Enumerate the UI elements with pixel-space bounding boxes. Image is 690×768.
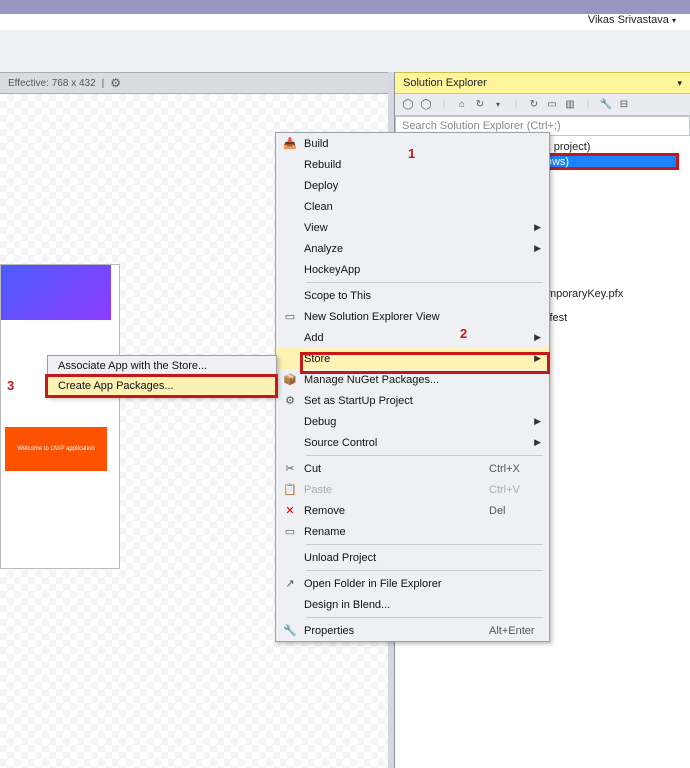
- ctx-openfolder[interactable]: ↗Open Folder in File Explorer: [276, 573, 549, 594]
- ctx-rename[interactable]: ▭Rename: [276, 521, 549, 542]
- ctx-properties[interactable]: 🔧PropertiesAlt+Enter: [276, 620, 549, 641]
- ctx-debug[interactable]: Debug▶: [276, 411, 549, 432]
- annotation-box-create: [45, 374, 278, 398]
- ctx-view[interactable]: View▶: [276, 217, 549, 238]
- cut-icon: ✂: [276, 462, 304, 475]
- fwd-icon[interactable]: ◯: [419, 98, 433, 112]
- ctx-remove[interactable]: ✕RemoveDel: [276, 500, 549, 521]
- wrench-icon: 🔧: [276, 624, 304, 637]
- ctx-unload[interactable]: Unload Project: [276, 547, 549, 568]
- ctx-blend[interactable]: Design in Blend...: [276, 594, 549, 615]
- context-menu: 📥Build Rebuild Deploy Clean View▶ Analyz…: [275, 132, 550, 642]
- annotation-1: 1: [408, 146, 415, 161]
- preview-gradient: [1, 265, 111, 320]
- ctx-startup[interactable]: ⚙Set as StartUp Project: [276, 390, 549, 411]
- ctx-hockeyapp[interactable]: HockeyApp: [276, 259, 549, 280]
- new-view-icon: ▭: [276, 310, 304, 323]
- open-folder-icon: ↗: [276, 577, 304, 590]
- showall-icon[interactable]: ▥: [563, 98, 577, 112]
- nuget-icon: 📦: [276, 373, 304, 386]
- solution-explorer-title: Solution Explorer: [403, 77, 487, 89]
- user-menu-chevron[interactable]: ▾: [672, 16, 676, 25]
- phone-preview: Welcome to UWP application: [0, 264, 120, 569]
- collapse-icon[interactable]: ▭: [545, 98, 559, 112]
- build-icon: 📥: [276, 137, 304, 150]
- refresh-icon[interactable]: ↻: [527, 98, 541, 112]
- remove-icon: ✕: [276, 504, 304, 517]
- back-icon[interactable]: ◯: [401, 98, 415, 112]
- ctx-paste[interactable]: 📋PasteCtrl+V: [276, 479, 549, 500]
- preview-icon[interactable]: ⊟: [617, 98, 631, 112]
- gear-icon: ⚙: [276, 394, 304, 407]
- explorer-toolbar: ◯ ◯ | ⌂ ↻ ▾ | ↻ ▭ ▥ | 🔧 ⊟: [395, 94, 690, 116]
- chevron-right-icon: ▶: [534, 332, 541, 343]
- home-icon[interactable]: ⌂: [455, 98, 469, 112]
- panel-dropdown-icon[interactable]: ▾: [677, 78, 682, 89]
- search-placeholder: Search Solution Explorer (Ctrl+;): [402, 120, 561, 132]
- annotation-3: 3: [7, 378, 14, 393]
- chevron-right-icon: ▶: [534, 222, 541, 233]
- sub-associate[interactable]: Associate App with the Store...: [48, 356, 276, 376]
- ctx-sourcecontrol[interactable]: Source Control▶: [276, 432, 549, 453]
- ctx-cut[interactable]: ✂CutCtrl+X: [276, 458, 549, 479]
- rename-icon: ▭: [276, 525, 304, 538]
- chevron-right-icon: ▶: [534, 416, 541, 427]
- chevron-right-icon: ▶: [534, 243, 541, 254]
- preview-tile: Welcome to UWP application: [5, 427, 107, 471]
- tree-item-manifest[interactable]: ifest: [547, 312, 567, 324]
- annotation-box-store: [300, 352, 550, 374]
- ctx-analyze[interactable]: Analyze▶: [276, 238, 549, 259]
- ctx-scope[interactable]: Scope to This: [276, 285, 549, 306]
- tree-item-key[interactable]: mporaryKey.pfx: [547, 288, 623, 300]
- properties-icon[interactable]: 🔧: [599, 98, 613, 112]
- sync-icon[interactable]: ↻: [473, 98, 487, 112]
- annotation-2: 2: [460, 326, 467, 341]
- user-name: Vikas Srivastava: [588, 14, 669, 26]
- ctx-clean[interactable]: Clean: [276, 196, 549, 217]
- ctx-newview[interactable]: ▭New Solution Explorer View: [276, 306, 549, 327]
- gear-icon[interactable]: ⚙: [110, 76, 121, 90]
- ctx-add[interactable]: Add▶: [276, 327, 549, 348]
- chevron-right-icon: ▶: [534, 437, 541, 448]
- ctx-deploy[interactable]: Deploy: [276, 175, 549, 196]
- paste-icon: 📋: [276, 483, 304, 496]
- effective-size-label: Effective: 768 x 432: [8, 78, 96, 89]
